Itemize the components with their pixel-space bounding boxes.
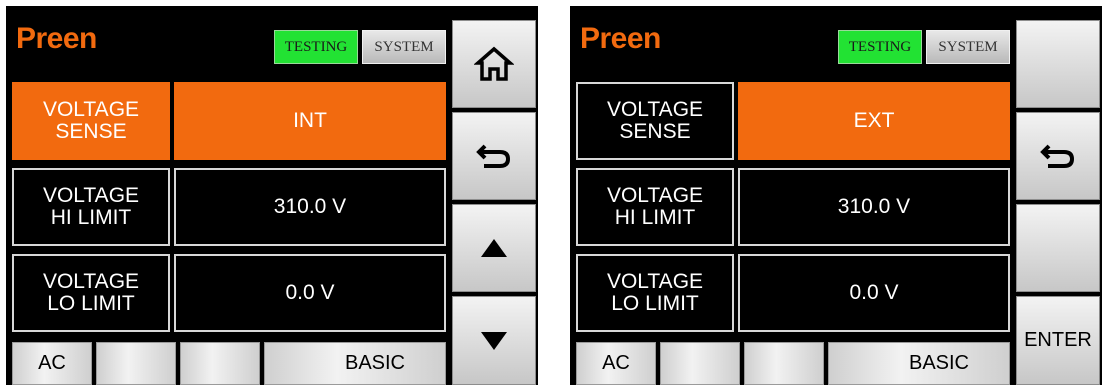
brand-logo: Preen	[580, 22, 661, 55]
brand-logo: Preen	[16, 22, 97, 55]
voltage-hi-limit-label-button[interactable]: VOLTAGE HI LIMIT	[576, 168, 734, 246]
ac-button[interactable]: AC	[12, 342, 92, 385]
up-button[interactable]	[452, 204, 536, 292]
voltage-lo-limit-value: 0.0 V	[849, 280, 899, 304]
blank-button-2[interactable]	[744, 342, 824, 385]
voltage-sense-value: EXT	[853, 108, 895, 132]
arrow-down-icon	[481, 331, 507, 350]
voltage-sense-value: INT	[293, 108, 327, 132]
enter-button[interactable]: ENTER	[1016, 296, 1100, 385]
arrow-up-icon	[481, 239, 507, 257]
left-screen: Preen TESTING SYSTEM VOLTAGE SENSE INT V…	[6, 6, 538, 385]
enter-label: ENTER	[1024, 329, 1092, 351]
blank-button-1[interactable]	[660, 342, 740, 385]
down-button[interactable]	[452, 296, 536, 385]
blank-side-button-2[interactable]	[1016, 204, 1100, 292]
voltage-sense-label-button[interactable]: VOLTAGE SENSE	[12, 82, 170, 160]
voltage-hi-limit-value: 310.0 V	[837, 194, 911, 218]
voltage-lo-limit-value-button[interactable]: 0.0 V	[738, 254, 1010, 332]
basic-button[interactable]: BASIC	[264, 342, 446, 385]
voltage-hi-limit-label: VOLTAGE HI LIMIT	[606, 183, 704, 229]
voltage-lo-limit-label-button[interactable]: VOLTAGE LO LIMIT	[576, 254, 734, 332]
blank-side-button-1[interactable]	[1016, 20, 1100, 108]
voltage-lo-limit-label: VOLTAGE LO LIMIT	[606, 269, 704, 315]
blank-button-2[interactable]	[180, 342, 260, 385]
return-button[interactable]	[1016, 112, 1100, 200]
ac-button[interactable]: AC	[576, 342, 656, 385]
voltage-lo-limit-label: VOLTAGE LO LIMIT	[42, 269, 140, 315]
right-screen: Preen TESTING SYSTEM VOLTAGE SENSE EXT V…	[570, 6, 1102, 385]
voltage-lo-limit-value: 0.0 V	[285, 280, 335, 304]
tab-system[interactable]: SYSTEM	[926, 30, 1010, 64]
voltage-sense-label-button[interactable]: VOLTAGE SENSE	[576, 82, 734, 160]
voltage-hi-limit-label-button[interactable]: VOLTAGE HI LIMIT	[12, 168, 170, 246]
return-icon	[1040, 144, 1075, 168]
return-button[interactable]	[452, 112, 536, 200]
blank-button-1[interactable]	[96, 342, 176, 385]
voltage-lo-limit-label-button[interactable]: VOLTAGE LO LIMIT	[12, 254, 170, 332]
return-icon	[476, 144, 511, 168]
voltage-lo-limit-value-button[interactable]: 0.0 V	[174, 254, 446, 332]
tab-system[interactable]: SYSTEM	[362, 30, 446, 64]
tab-testing[interactable]: TESTING	[838, 30, 922, 64]
voltage-hi-limit-value-button[interactable]: 310.0 V	[738, 168, 1010, 246]
home-button[interactable]	[452, 20, 536, 108]
voltage-sense-value-button[interactable]: INT	[174, 82, 446, 160]
voltage-sense-label: VOLTAGE SENSE	[606, 97, 704, 143]
basic-button[interactable]: BASIC	[828, 342, 1010, 385]
voltage-sense-label: VOLTAGE SENSE	[42, 97, 140, 143]
tab-testing[interactable]: TESTING	[274, 30, 358, 64]
home-icon	[474, 46, 514, 81]
voltage-hi-limit-label: VOLTAGE HI LIMIT	[42, 183, 140, 229]
voltage-sense-value-button[interactable]: EXT	[738, 82, 1010, 160]
voltage-hi-limit-value: 310.0 V	[273, 194, 347, 218]
voltage-hi-limit-value-button[interactable]: 310.0 V	[174, 168, 446, 246]
